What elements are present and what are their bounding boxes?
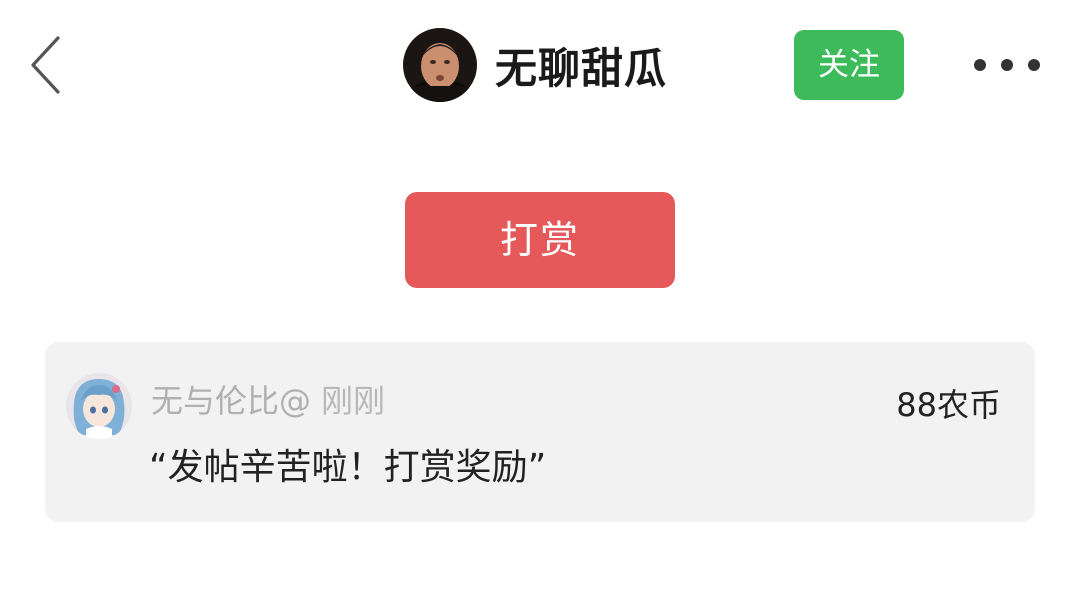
more-dot bbox=[1028, 59, 1040, 71]
follow-button[interactable]: 关注 bbox=[794, 30, 904, 100]
reward-page: 无聊甜瓜 关注 打赏 无与伦比@ 刚刚 88农币 “发帖辛苦啦！打赏奖励” bbox=[0, 0, 1080, 592]
tipper-info: 无与伦比@ 刚刚 bbox=[151, 376, 385, 422]
tip-time: 刚刚 bbox=[321, 382, 386, 420]
author-info[interactable]: 无聊甜瓜 bbox=[403, 27, 667, 103]
tip-amount: 88农币 bbox=[896, 386, 1001, 424]
back-chevron-icon bbox=[31, 36, 60, 94]
tip-message: “发帖辛苦啦！打赏奖励” bbox=[149, 447, 547, 488]
reward-button[interactable]: 打赏 bbox=[405, 192, 675, 288]
more-dot bbox=[1001, 59, 1013, 71]
back-button[interactable] bbox=[22, 30, 72, 100]
more-dots-icon bbox=[974, 59, 986, 71]
reward-record-card: 无与伦比@ 刚刚 88农币 “发帖辛苦啦！打赏奖励” bbox=[45, 342, 1035, 522]
author-name[interactable]: 无聊甜瓜 bbox=[495, 35, 667, 96]
author-avatar[interactable] bbox=[403, 28, 477, 102]
more-button[interactable] bbox=[974, 50, 1040, 80]
tipper-avatar[interactable] bbox=[66, 373, 132, 439]
author-avatar-image bbox=[403, 28, 477, 102]
tipper-name[interactable]: 无与伦比@ bbox=[151, 382, 311, 420]
tipper-avatar-image bbox=[66, 373, 132, 439]
